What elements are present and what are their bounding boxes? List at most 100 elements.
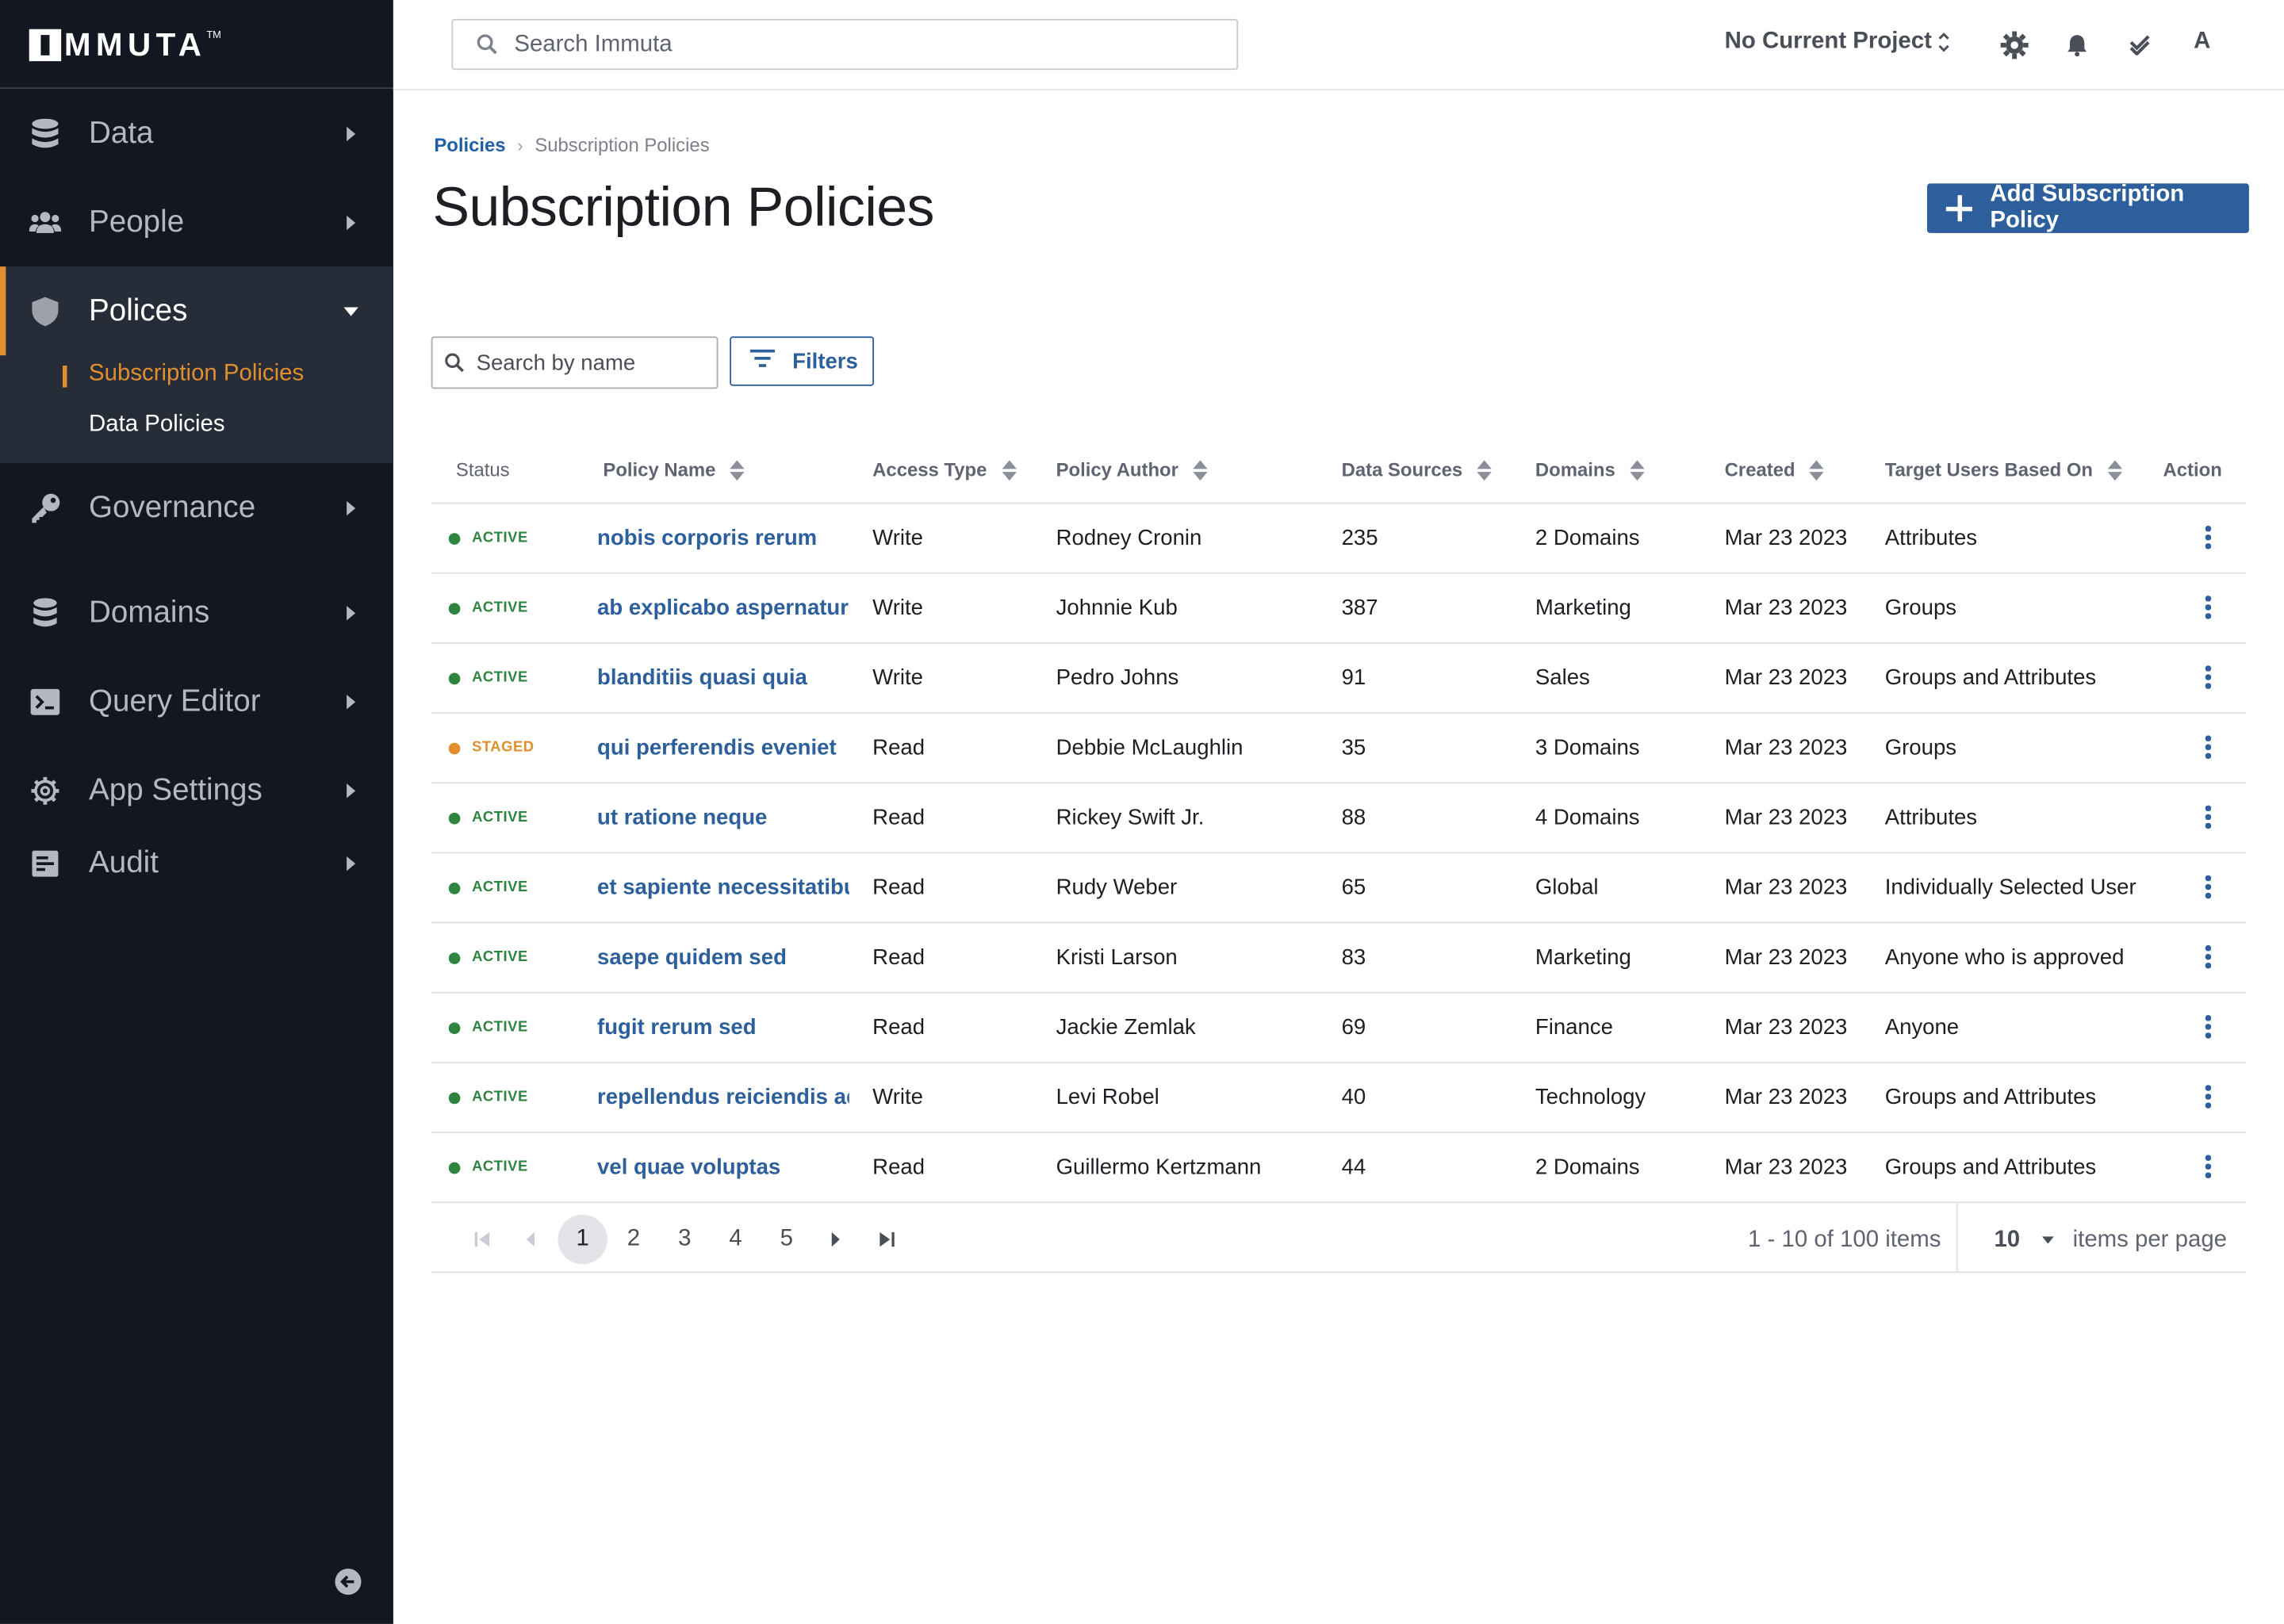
access-type: Write [872,596,923,621]
status-badge: ACTIVE [448,1159,528,1175]
created-date: Mar 23 2023 [1724,1015,1848,1040]
domains: 2 Domains [1535,1155,1640,1180]
sidebar-item-query-editor[interactable]: Query Editor [0,657,393,745]
status-dot-icon [448,882,461,894]
pagination-info: 1 - 10 of 100 items [1748,1228,1941,1253]
policy-name-link[interactable]: qui perferendis eveniet [597,736,849,760]
more-actions-icon[interactable] [2202,735,2214,762]
page-button[interactable]: 3 [660,1215,709,1264]
domains: 2 Domains [1535,526,1640,551]
first-page-icon[interactable] [458,1215,507,1264]
sidebar-item-policies[interactable]: Polices [0,266,393,355]
policy-name-link[interactable]: ut ratione neque [597,806,849,830]
sidebar-subitem-subscription-policies[interactable]: Subscription Policies [89,362,304,388]
page-size-select[interactable]: 10 [1994,1228,2020,1254]
filters-button[interactable]: Filters [730,336,875,386]
page-button[interactable]: 2 [609,1215,658,1264]
double-check-icon[interactable] [2125,29,2157,61]
policy-name-link[interactable]: vel quae voluptas [597,1155,849,1180]
name-search-input[interactable] [476,338,710,388]
created-date: Mar 23 2023 [1724,665,1848,691]
domains: Marketing [1535,945,1631,971]
more-actions-icon[interactable] [2202,1015,2214,1041]
policy-author: Guillermo Kertzmann [1056,1155,1262,1180]
more-actions-icon[interactable] [2202,805,2214,832]
status-dot-icon [448,1021,461,1034]
access-type: Read [872,805,925,830]
table-row: ACTIVE vel quae voluptas Read Guillermo Ker… [431,1133,2247,1204]
sidebar-item-audit[interactable]: Audit [0,818,393,907]
policy-name-link[interactable]: et sapiente necessitatibu [597,875,849,900]
page-button[interactable]: 4 [711,1215,760,1264]
status-dot-icon [448,1091,461,1104]
add-subscription-policy-button[interactable]: Add Subscription Policy [1926,182,2249,233]
policy-author: Jackie Zemlak [1056,1015,1196,1040]
more-actions-icon[interactable] [2202,1085,2214,1111]
policy-name-link[interactable]: blanditiis quasi quia [597,665,849,690]
more-actions-icon[interactable] [2202,945,2214,971]
more-actions-icon[interactable] [2202,1155,2214,1182]
sidebar-subitem-data-policies[interactable]: Data Policies [89,412,225,439]
sidebar-item-people[interactable]: People [0,178,393,266]
last-page-icon[interactable] [862,1215,911,1264]
next-page-icon[interactable] [811,1215,860,1264]
sidebar-item-label: Audit [89,845,159,879]
breadcrumb-policies-link[interactable]: Policies [434,134,505,156]
status-text: ACTIVE [472,669,528,687]
column-header-data-sources[interactable]: Data Sources [1342,459,1492,481]
project-selector[interactable]: No Current Project [1725,29,1932,56]
page-button[interactable]: 5 [762,1215,811,1264]
policy-name-link[interactable]: saepe quidem sed [597,945,849,970]
gear-icon[interactable] [1998,29,2030,61]
more-actions-icon[interactable] [2202,875,2214,902]
policy-author: Johnnie Kub [1056,596,1178,621]
sort-icon [1001,459,1017,481]
data-sources-count: 91 [1341,665,1366,691]
policy-name-link[interactable]: nobis corporis rerum [597,526,849,550]
sidebar-item-governance[interactable]: Governance [0,463,393,552]
target-users: Individually Selected User [1884,875,2136,901]
more-actions-icon[interactable] [2202,596,2214,622]
table-row: ACTIVE nobis corporis rerum Write Rodney Cr… [431,504,2247,574]
created-date: Mar 23 2023 [1724,526,1848,551]
column-header-created[interactable]: Created [1725,459,1825,481]
sidebar-item-data[interactable]: Data [0,89,393,178]
sidebar-item-label: Query Editor [89,684,261,718]
policy-name-link[interactable]: repellendus reiciendis ad [597,1085,849,1109]
status-text: ACTIVE [472,1019,528,1036]
policy-name-link[interactable]: ab explicabo aspernatur [597,596,849,620]
page-button[interactable]: 1 [558,1214,607,1265]
more-actions-icon[interactable] [2202,665,2214,691]
data-sources-count: 83 [1341,945,1366,971]
domains: Sales [1535,665,1590,691]
avatar[interactable]: A [2194,29,2210,56]
column-header-policy-name[interactable]: Policy Name [603,459,745,481]
gear-icon [29,774,61,806]
bell-icon[interactable] [2061,29,2093,61]
previous-page-icon[interactable] [505,1215,554,1264]
sidebar-item-domains[interactable]: Domains [0,568,393,657]
created-date: Mar 23 2023 [1724,805,1848,830]
column-header-domains[interactable]: Domains [1535,459,1645,481]
column-header-access-type[interactable]: Access Type [872,459,1017,481]
status-text: ACTIVE [472,949,528,966]
data-sources-count: 65 [1341,875,1366,901]
target-users: Anyone who is approved [1884,945,2125,971]
sort-icon [2107,459,2122,481]
created-date: Mar 23 2023 [1724,945,1848,971]
more-actions-icon[interactable] [2202,526,2214,552]
arrow-left-circle-icon[interactable] [335,1568,362,1595]
immuta-logo[interactable]: MMUTA TM [29,26,221,63]
status-dot-icon [448,952,461,963]
column-header-policy-author[interactable]: Policy Author [1056,459,1208,481]
policy-name-link[interactable]: fugit rerum sed [597,1015,849,1040]
pagination-divider [1956,1203,1958,1272]
status-dot-icon [448,532,461,545]
table-row: ACTIVE blanditiis quasi quia Write Pedro Jo… [431,644,2247,714]
table-row: ACTIVE ab explicabo aspernatur Write Johnni… [431,574,2247,644]
caret-down-icon[interactable] [2042,1236,2054,1244]
chevron-right-icon: › [517,134,523,155]
chevron-up-down-icon[interactable] [1937,31,1951,62]
column-header-target-users[interactable]: Target Users Based On [1885,459,2122,481]
global-search-input[interactable] [514,20,1213,69]
